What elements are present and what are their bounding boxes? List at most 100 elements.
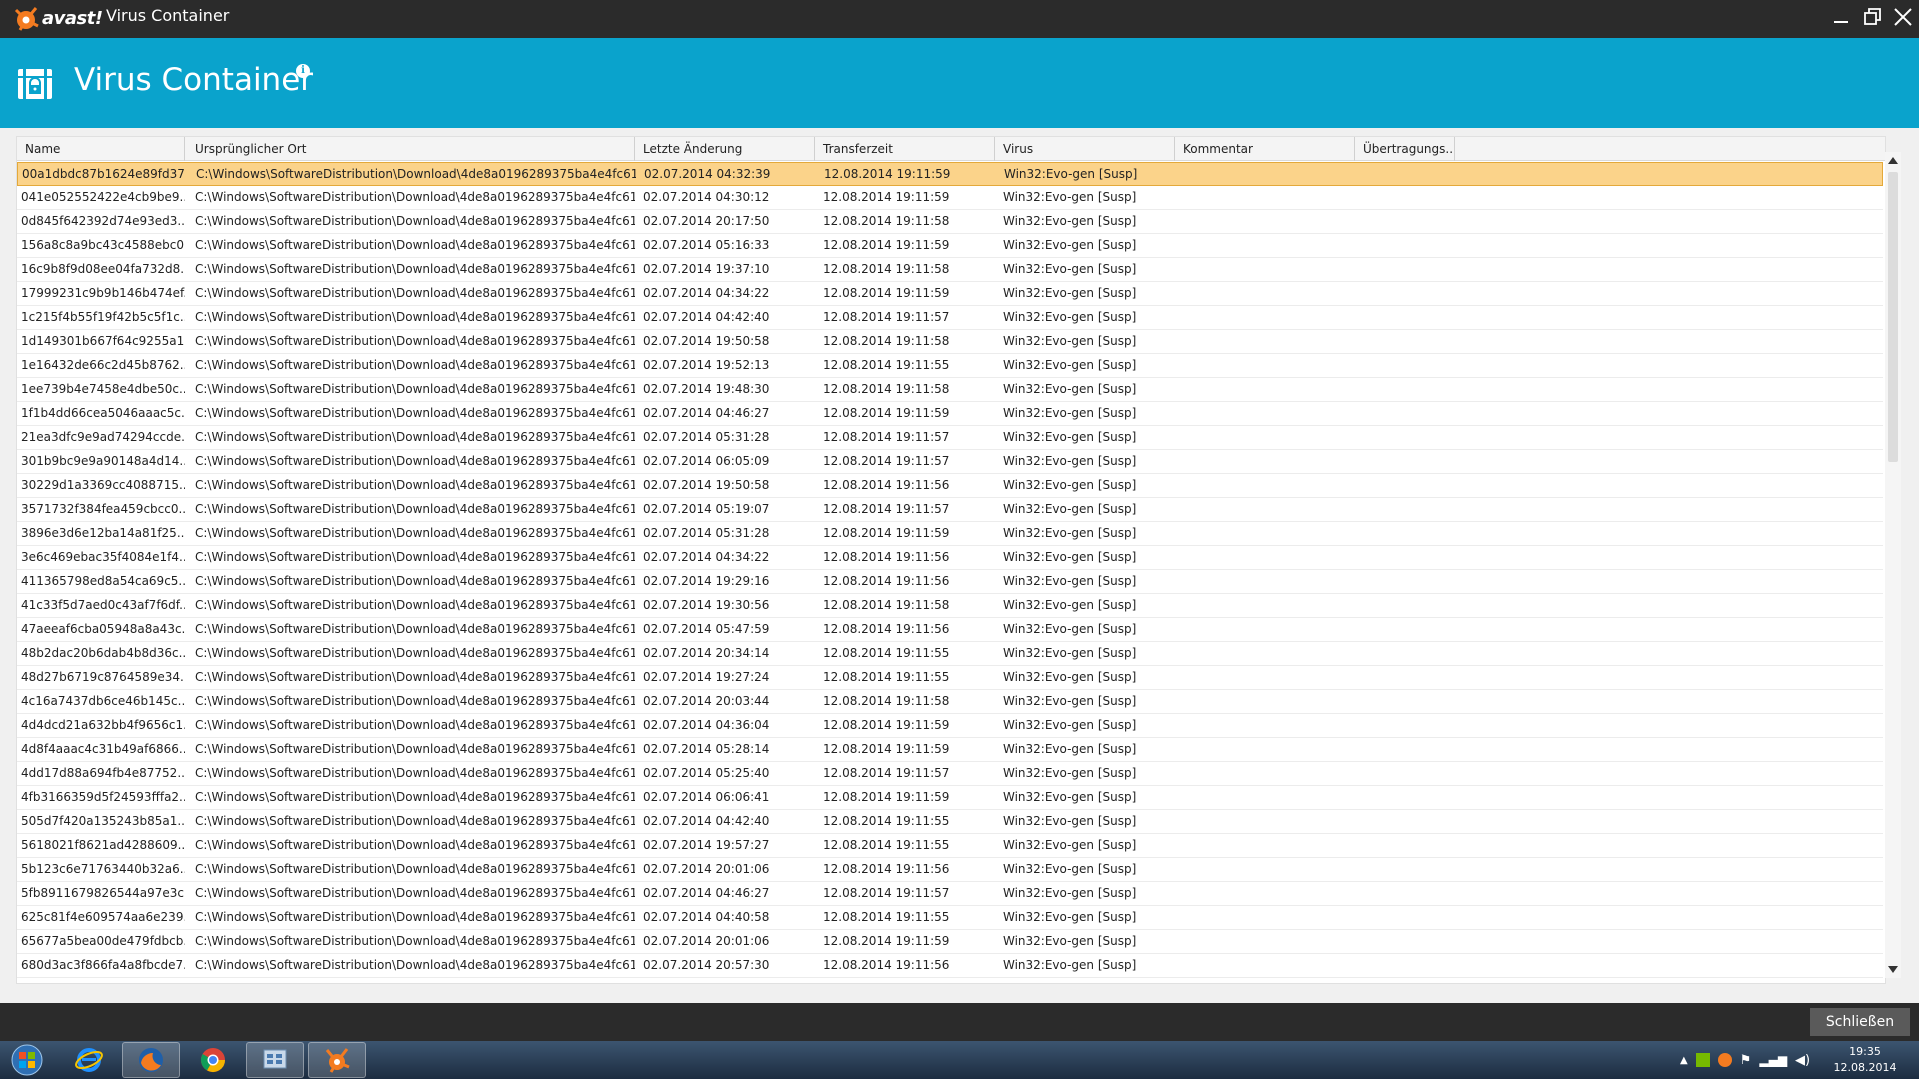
- cell-modified: 02.07.2014 19:57:27: [643, 838, 770, 852]
- close-window-button[interactable]: [1888, 2, 1918, 32]
- cell-name: 411365798ed8a54ca69c5...: [21, 574, 185, 588]
- cell-origin-path: C:\Windows\SoftwareDistribution\Download…: [195, 286, 635, 300]
- close-icon: [1894, 8, 1912, 26]
- table-row[interactable]: 65677a5bea00de479fdbcb... C:\Windows\Soft…: [17, 930, 1883, 954]
- taskbar-avast[interactable]: [308, 1042, 366, 1078]
- column-header-origin[interactable]: Ursprünglicher Ort: [185, 137, 635, 161]
- cell-name: 41c33f5d7aed0c43af7f6df...: [21, 598, 185, 612]
- network-icon[interactable]: ▂▄▆: [1759, 1053, 1787, 1067]
- table-row[interactable]: 4d8f4aaac4c31b49af6866... C:\Windows\Soft…: [17, 738, 1883, 762]
- table-row[interactable]: 00a1dbdc87b1624e89fd37... C:\Windows\Soft…: [17, 162, 1883, 186]
- nvidia-tray-icon[interactable]: [1695, 1053, 1710, 1067]
- table-row[interactable]: 4c16a7437db6ce46b145c... C:\Windows\Softw…: [17, 690, 1883, 714]
- cell-origin-path: C:\Windows\SoftwareDistribution\Download…: [195, 190, 635, 204]
- table-row[interactable]: 5fb8911679826544a97e3c... C:\Windows\Soft…: [17, 882, 1883, 906]
- flag-icon[interactable]: ⚑: [1740, 1053, 1752, 1068]
- cell-name: 3896e3d6e12ba14a81f25...: [21, 526, 185, 540]
- column-header-transfer[interactable]: Transferzeit: [815, 137, 995, 161]
- table-row[interactable]: 48d27b6719c8764589e34... C:\Windows\Softw…: [17, 666, 1883, 690]
- table-row[interactable]: 680d3ac3f866fa4a8fbcde7... C:\Windows\Sof…: [17, 954, 1883, 978]
- cell-origin-path: C:\Windows\SoftwareDistribution\Download…: [195, 454, 635, 468]
- table-row[interactable]: 30229d1a3369cc4088715... C:\Windows\Softw…: [17, 474, 1883, 498]
- taskbar-internet-explorer[interactable]: [60, 1042, 118, 1078]
- avast-tray-icon[interactable]: [1717, 1053, 1732, 1067]
- column-header-name[interactable]: Name: [17, 137, 185, 161]
- system-tray: ▲ ⚑ ▂▄▆ ◀): [1680, 1041, 1810, 1079]
- scroll-down-button[interactable]: [1885, 962, 1901, 978]
- cell-transfer-time: 12.08.2014 19:11:58: [823, 382, 950, 396]
- table-row[interactable]: 5618021f8621ad4288609... C:\Windows\Softw…: [17, 834, 1883, 858]
- cell-comment: [1175, 906, 1355, 929]
- table-row[interactable]: 48b2dac20b6dab4b8d36c... C:\Windows\Softw…: [17, 642, 1883, 666]
- info-icon[interactable]: i: [296, 64, 310, 78]
- cell-name: 4dd17d88a694fb4e87752...: [21, 766, 185, 780]
- cell-modified: 02.07.2014 19:29:16: [643, 574, 770, 588]
- table-row[interactable]: 625c81f4e609574aa6e239... C:\Windows\Soft…: [17, 906, 1883, 930]
- table-body: 00a1dbdc87b1624e89fd37... C:\Windows\Soft…: [17, 162, 1883, 978]
- dialog-footer: Schließen: [0, 1003, 1919, 1041]
- table-row[interactable]: 21ea3dfc9e9ad74294ccde... C:\Windows\Soft…: [17, 426, 1883, 450]
- volume-icon[interactable]: ◀): [1795, 1053, 1810, 1068]
- column-header-modified[interactable]: Letzte Änderung: [635, 137, 815, 161]
- table-row[interactable]: 17999231c9b9b146b474ef... C:\Windows\Soft…: [17, 282, 1883, 306]
- table-row[interactable]: 5b123c6e71763440b32a6... C:\Windows\Softw…: [17, 858, 1883, 882]
- cell-comment: [1175, 498, 1355, 521]
- taskbar-control-panel[interactable]: [246, 1042, 304, 1078]
- table-row[interactable]: 1e16432de66c2d45b8762... C:\Windows\Softw…: [17, 354, 1883, 378]
- cell-transfer-time: 12.08.2014 19:11:55: [823, 838, 950, 852]
- start-button[interactable]: [2, 1042, 52, 1078]
- table-row[interactable]: 4d4dcd21a632bb4f9656c1... C:\Windows\Soft…: [17, 714, 1883, 738]
- scrollbar-thumb[interactable]: [1888, 172, 1898, 462]
- cell-virus: Win32:Evo-gen [Susp]: [1003, 694, 1137, 708]
- cell-transfer-time: 12.08.2014 19:11:57: [823, 310, 950, 324]
- table-row[interactable]: 47aeeaf6cba05948a8a43c... C:\Windows\Soft…: [17, 618, 1883, 642]
- taskbar-chrome[interactable]: [184, 1042, 242, 1078]
- column-header-transmission[interactable]: Übertragungs...: [1355, 137, 1455, 161]
- column-header-virus[interactable]: Virus: [995, 137, 1175, 161]
- cell-name: 156a8c8a9bc43c4588ebc0...: [21, 238, 185, 252]
- cell-modified: 02.07.2014 19:52:13: [643, 358, 770, 372]
- restore-button[interactable]: [1858, 2, 1888, 32]
- cell-comment: [1175, 618, 1355, 641]
- cell-name: 4fb3166359d5f24593fffa2...: [21, 790, 185, 804]
- tray-expand-icon[interactable]: ▲: [1680, 1055, 1688, 1066]
- cell-transfer-time: 12.08.2014 19:11:55: [823, 814, 950, 828]
- close-button[interactable]: Schließen: [1810, 1008, 1910, 1036]
- table-row[interactable]: 301b9bc9e9a90148a4d14... C:\Windows\Softw…: [17, 450, 1883, 474]
- cell-origin-path: C:\Windows\SoftwareDistribution\Download…: [195, 310, 635, 324]
- cell-name: 3571732f384fea459cbcc0...: [21, 502, 185, 516]
- vertical-scrollbar[interactable]: [1885, 152, 1901, 978]
- cell-name: 30229d1a3369cc4088715...: [21, 478, 185, 492]
- table-row[interactable]: 411365798ed8a54ca69c5... C:\Windows\Softw…: [17, 570, 1883, 594]
- table-row[interactable]: 505d7f420a135243b85a1... C:\Windows\Softw…: [17, 810, 1883, 834]
- cell-transmission: [1355, 858, 1455, 881]
- table-row[interactable]: 156a8c8a9bc43c4588ebc0... C:\Windows\Soft…: [17, 234, 1883, 258]
- cell-origin-path: C:\Windows\SoftwareDistribution\Download…: [195, 718, 635, 732]
- taskbar-clock[interactable]: 19:35 12.08.2014: [1830, 1044, 1900, 1076]
- cell-transmission: [1355, 498, 1455, 521]
- cell-transfer-time: 12.08.2014 19:11:58: [823, 214, 950, 228]
- table-row[interactable]: 3896e3d6e12ba14a81f25... C:\Windows\Softw…: [17, 522, 1883, 546]
- cell-transfer-time: 12.08.2014 19:11:59: [823, 190, 950, 204]
- table-row[interactable]: 1d149301b667f64c9255a1... C:\Windows\Soft…: [17, 330, 1883, 354]
- taskbar-firefox[interactable]: [122, 1042, 180, 1078]
- cell-name: 4d4dcd21a632bb4f9656c1...: [21, 718, 185, 732]
- table-row[interactable]: 1c215f4b55f19f42b5c5f1c... C:\Windows\Sof…: [17, 306, 1883, 330]
- table-row[interactable]: 4dd17d88a694fb4e87752... C:\Windows\Softw…: [17, 762, 1883, 786]
- cell-virus: Win32:Evo-gen [Susp]: [1003, 526, 1137, 540]
- table-row[interactable]: 16c9b8f9d08ee04fa732d8... C:\Windows\Soft…: [17, 258, 1883, 282]
- table-row[interactable]: 1ee739b4e7458e4dbe50c... C:\Windows\Softw…: [17, 378, 1883, 402]
- cell-virus: Win32:Evo-gen [Susp]: [1003, 886, 1137, 900]
- minimize-button[interactable]: [1826, 2, 1856, 32]
- column-header-comment[interactable]: Kommentar: [1175, 137, 1355, 161]
- table-row[interactable]: 0d845f642392d74e93ed3... C:\Windows\Softw…: [17, 210, 1883, 234]
- scroll-up-button[interactable]: [1885, 152, 1901, 168]
- table-row[interactable]: 41c33f5d7aed0c43af7f6df... C:\Windows\Sof…: [17, 594, 1883, 618]
- table-row[interactable]: 1f1b4dd66cea5046aaac5c... C:\Windows\Soft…: [17, 402, 1883, 426]
- table-row[interactable]: 3571732f384fea459cbcc0... C:\Windows\Soft…: [17, 498, 1883, 522]
- table-row[interactable]: 041e052552422e4cb9be9... C:\Windows\Softw…: [17, 186, 1883, 210]
- table-row[interactable]: 3e6c469ebac35f4084e1f4... C:\Windows\Soft…: [17, 546, 1883, 570]
- table-row[interactable]: 4fb3166359d5f24593fffa2... C:\Windows\Sof…: [17, 786, 1883, 810]
- cell-comment: [1175, 882, 1355, 905]
- cell-comment: [1175, 306, 1355, 329]
